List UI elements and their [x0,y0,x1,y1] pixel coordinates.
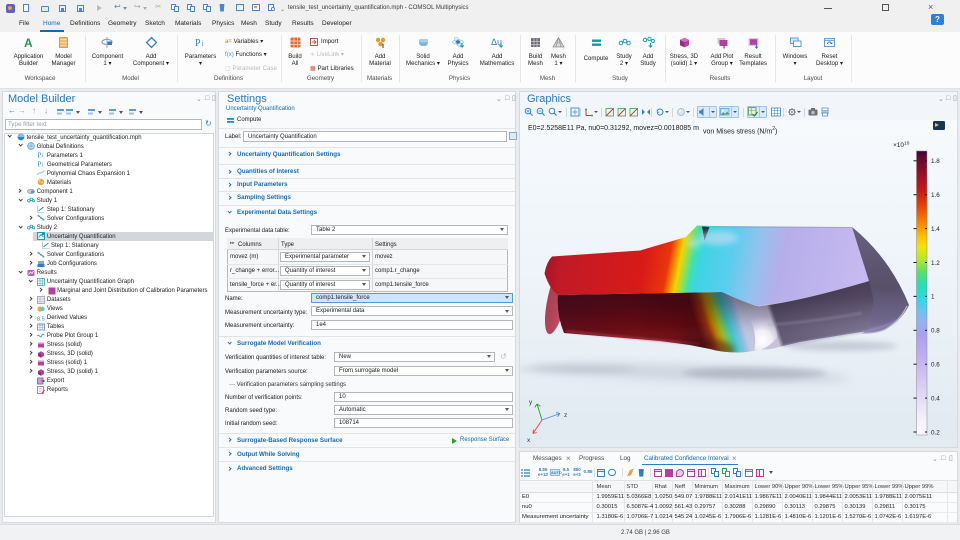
svg-text:P: P [38,152,42,160]
svg-text:z: z [564,412,567,419]
svg-text:0.6: 0.6 [931,362,940,369]
svg-text:8.5: 8.5 [37,316,45,322]
svg-text:0.4: 0.4 [931,395,940,402]
svg-text:1.8: 1.8 [931,158,940,165]
svg-text:A: A [24,36,33,49]
svg-text:1: 1 [931,294,935,301]
svg-text:0.8: 0.8 [931,328,940,335]
svg-text:1.6: 1.6 [931,192,940,199]
svg-text:Δu: Δu [491,37,502,47]
svg-text:P: P [38,161,42,169]
svg-text:1.2: 1.2 [931,260,940,267]
svg-text:i: i [202,41,204,48]
svg-text:i: i [42,154,43,160]
svg-text:0.2: 0.2 [931,429,940,436]
svg-text:i: i [42,163,43,169]
svg-text:P: P [195,38,201,49]
svg-text:1.4: 1.4 [931,226,940,233]
